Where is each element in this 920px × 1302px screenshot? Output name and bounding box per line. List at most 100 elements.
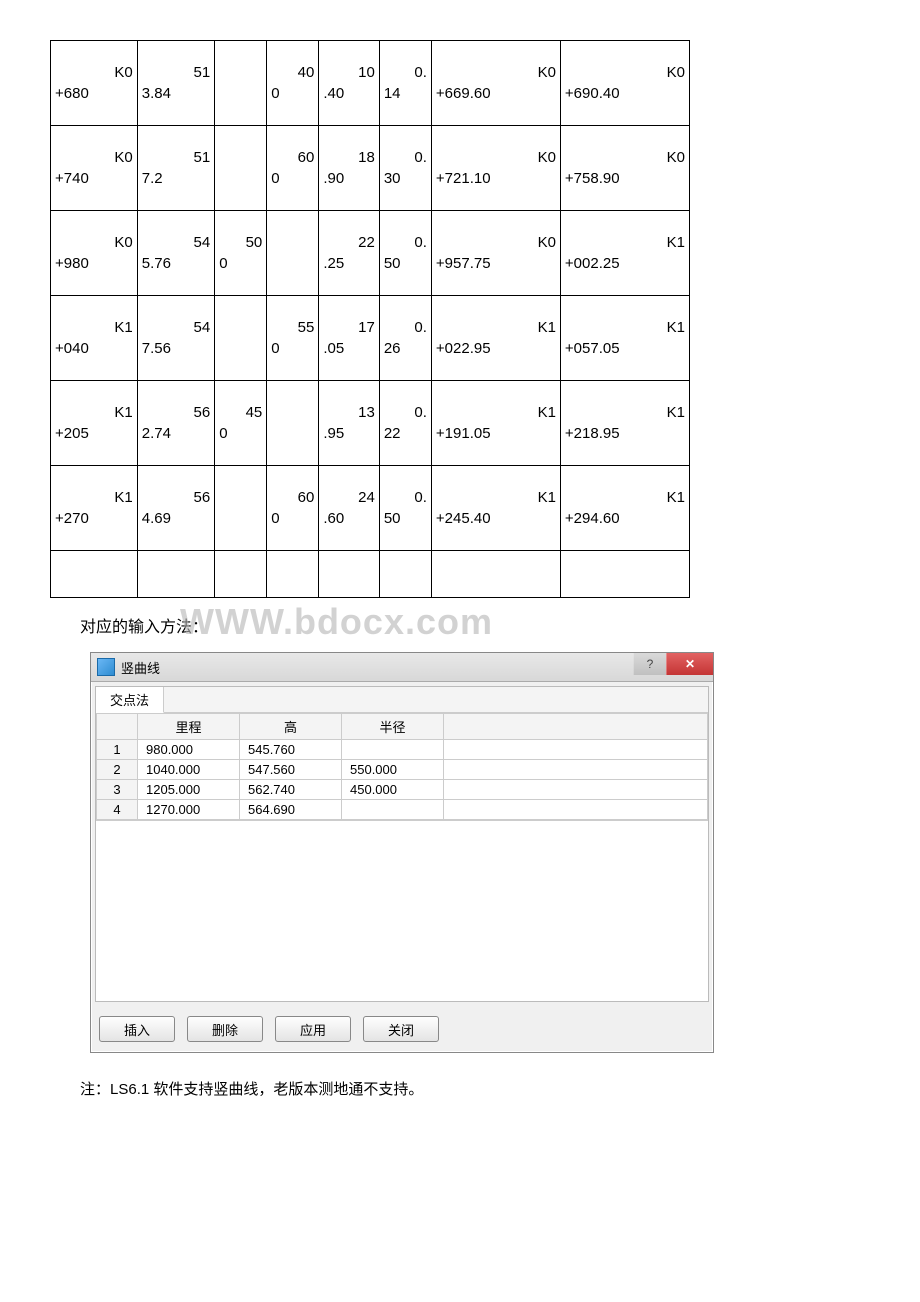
grid-cell-empty[interactable] — [444, 800, 708, 820]
window-controls: ? ✕ — [633, 653, 713, 681]
app-icon — [97, 658, 115, 676]
close-button[interactable]: 关闭 — [363, 1016, 439, 1042]
grid-row[interactable]: 41270.000564.690 — [97, 800, 708, 820]
grid-cell-radius[interactable]: 550.000 — [342, 760, 444, 780]
table-cell: 24.60 — [319, 466, 380, 551]
table-cell: K1+270 — [51, 466, 138, 551]
caption-container: 对应的输入方法： WWW.bdocx.com — [80, 613, 870, 637]
tab-intersection-method[interactable]: 交点法 — [96, 687, 164, 713]
table-cell: K1+245.40 — [431, 466, 560, 551]
grid-body[interactable]: 1980.000545.76021040.000547.560550.00031… — [97, 740, 708, 820]
table-cell: K0+957.75 — [431, 211, 560, 296]
table-cell: 600 — [267, 126, 319, 211]
dialog-title: 竖曲线 — [121, 658, 633, 677]
table-cell — [215, 41, 267, 126]
table-cell — [215, 551, 267, 598]
grid-cell-mileage[interactable]: 1205.000 — [138, 780, 240, 800]
table-cell — [137, 551, 214, 598]
vertical-curve-dialog: 竖曲线 ? ✕ 交点法 里程 高 半径 1980.000545.76 — [90, 652, 714, 1053]
table-cell: K1+294.60 — [560, 466, 689, 551]
table-cell: 0.50 — [379, 211, 431, 296]
table-cell: K0+690.40 — [560, 41, 689, 126]
table-cell: K0+740 — [51, 126, 138, 211]
table-cell — [51, 551, 138, 598]
table-cell: 564.69 — [137, 466, 214, 551]
table-cell: 17.05 — [319, 296, 380, 381]
grid-cell-radius[interactable] — [342, 740, 444, 760]
table-cell: K1+218.95 — [560, 381, 689, 466]
table-cell: 0.26 — [379, 296, 431, 381]
table-cell: 600 — [267, 466, 319, 551]
col-header-mileage: 里程 — [138, 714, 240, 740]
grid-cell-height[interactable]: 562.740 — [240, 780, 342, 800]
table-cell: 10.40 — [319, 41, 380, 126]
grid-wrapper: 里程 高 半径 1980.000545.76021040.000547.5605… — [96, 713, 708, 1001]
dialog-titlebar: 竖曲线 ? ✕ — [91, 653, 713, 682]
table-cell: 500 — [215, 211, 267, 296]
grid-cell-height[interactable]: 564.690 — [240, 800, 342, 820]
table-cell: K0+980 — [51, 211, 138, 296]
table-cell — [379, 551, 431, 598]
table-cell: 18.90 — [319, 126, 380, 211]
table-cell: 450 — [215, 381, 267, 466]
table-cell: K1+057.05 — [560, 296, 689, 381]
grid-cell-height[interactable]: 547.560 — [240, 760, 342, 780]
table-row: K1+270564.69 60024.600.50K1+245.40K1+294.… — [51, 466, 690, 551]
table-cell — [267, 381, 319, 466]
table-cell: 0.22 — [379, 381, 431, 466]
grid-row[interactable]: 31205.000562.740450.000 — [97, 780, 708, 800]
dialog-footer: 插入 删除 应用 关闭 — [91, 1006, 713, 1052]
delete-button[interactable]: 删除 — [187, 1016, 263, 1042]
table-cell: K1+040 — [51, 296, 138, 381]
table-cell — [319, 551, 380, 598]
table-cell — [267, 211, 319, 296]
grid-cell-mileage[interactable]: 1040.000 — [138, 760, 240, 780]
grid-rownum: 2 — [97, 760, 138, 780]
apply-button[interactable]: 应用 — [275, 1016, 351, 1042]
grid-cell-radius[interactable] — [342, 800, 444, 820]
table-cell: 545.76 — [137, 211, 214, 296]
footnote: 注：LS6.1 软件支持竖曲线，老版本测地通不支持。 — [80, 1078, 870, 1099]
table-row: K0+680513.8440010.400.14K0+669.60K0+690.… — [51, 41, 690, 126]
table-cell: 547.56 — [137, 296, 214, 381]
grid-cell-empty[interactable] — [444, 780, 708, 800]
table-cell: 0.50 — [379, 466, 431, 551]
grid-cell-mileage[interactable]: 1270.000 — [138, 800, 240, 820]
close-window-button[interactable]: ✕ — [666, 653, 713, 675]
insert-button[interactable]: 插入 — [99, 1016, 175, 1042]
table-cell — [267, 551, 319, 598]
table-cell: 400 — [267, 41, 319, 126]
table-cell: K1+022.95 — [431, 296, 560, 381]
table-cell: K1+002.25 — [560, 211, 689, 296]
table-cell: 562.74 — [137, 381, 214, 466]
help-button[interactable]: ? — [633, 653, 666, 675]
grid-row[interactable]: 1980.000545.760 — [97, 740, 708, 760]
grid-cell-empty[interactable] — [444, 760, 708, 780]
table-cell: 550 — [267, 296, 319, 381]
input-grid[interactable]: 里程 高 半径 1980.000545.76021040.000547.5605… — [96, 713, 708, 820]
grid-cell-height[interactable]: 545.760 — [240, 740, 342, 760]
grid-cell-radius[interactable]: 450.000 — [342, 780, 444, 800]
grid-cell-mileage[interactable]: 980.000 — [138, 740, 240, 760]
table-row — [51, 551, 690, 598]
grid-rownum: 3 — [97, 780, 138, 800]
main-data-table: K0+680513.8440010.400.14K0+669.60K0+690.… — [50, 40, 690, 598]
table-body: K0+680513.8440010.400.14K0+669.60K0+690.… — [51, 41, 690, 598]
table-cell: 22.25 — [319, 211, 380, 296]
table-row: K1+205562.7445013.950.22K1+191.05K1+218.… — [51, 381, 690, 466]
table-cell: 13.95 — [319, 381, 380, 466]
grid-cell-empty[interactable] — [444, 740, 708, 760]
watermark-text: WWW.bdocx.com — [180, 601, 493, 643]
grid-row[interactable]: 21040.000547.560550.000 — [97, 760, 708, 780]
table-cell: 513.84 — [137, 41, 214, 126]
tab-header: 交点法 — [96, 687, 708, 713]
grid-empty-area[interactable] — [96, 820, 708, 1001]
col-header-height: 高 — [240, 714, 342, 740]
table-cell: K0+669.60 — [431, 41, 560, 126]
table-cell — [215, 296, 267, 381]
table-cell — [215, 466, 267, 551]
table-cell: 0.30 — [379, 126, 431, 211]
col-header-empty — [444, 714, 708, 740]
tab-container: 交点法 里程 高 半径 1980.000545.76021040.000547.… — [95, 686, 709, 1002]
grid-rownum: 1 — [97, 740, 138, 760]
